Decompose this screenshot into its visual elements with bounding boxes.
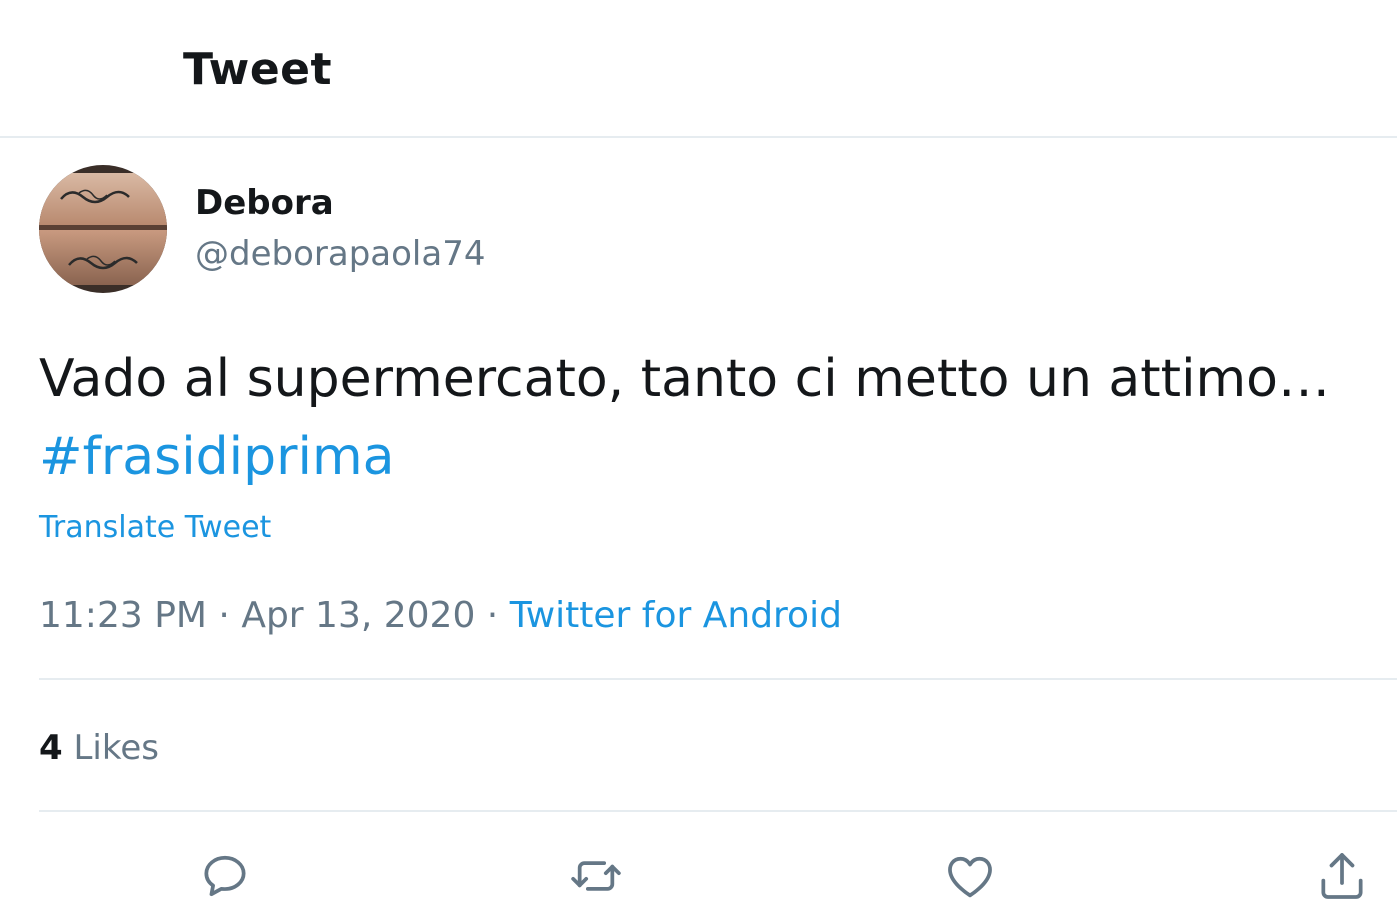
tweet-time[interactable]: 11:23 PM bbox=[39, 595, 207, 636]
tweet-body: Vado al supermercato, tanto ci metto un … bbox=[39, 349, 1330, 409]
meta-separator: · bbox=[206, 595, 242, 636]
hashtag-link[interactable]: #frasidiprima bbox=[39, 427, 394, 487]
likes-count: 4 bbox=[39, 728, 63, 768]
reply-button[interactable] bbox=[197, 848, 253, 904]
author-handle[interactable]: @deborapaola74 bbox=[195, 231, 485, 277]
page-title: Tweet bbox=[183, 44, 333, 95]
divider bbox=[39, 810, 1397, 812]
reply-icon bbox=[204, 855, 246, 897]
tweet-date[interactable]: Apr 13, 2020 bbox=[241, 595, 475, 636]
retweet-button[interactable] bbox=[568, 848, 624, 904]
translate-tweet-link[interactable]: Translate Tweet bbox=[39, 508, 271, 548]
like-button[interactable] bbox=[942, 848, 998, 904]
meta-separator: · bbox=[475, 595, 510, 636]
avatar[interactable] bbox=[39, 165, 167, 293]
share-button[interactable] bbox=[1314, 848, 1370, 904]
likes-label: Likes bbox=[73, 728, 159, 768]
likes-stat[interactable]: 4 Likes bbox=[39, 725, 159, 771]
page-header: Tweet bbox=[0, 0, 1397, 138]
heart-icon bbox=[948, 856, 992, 898]
author-display-name[interactable]: Debora bbox=[195, 180, 334, 226]
share-icon bbox=[1321, 853, 1363, 899]
tweet-source-link[interactable]: Twitter for Android bbox=[510, 595, 842, 636]
tweet-metadata: 11:23 PM · Apr 13, 2020 · Twitter for An… bbox=[39, 592, 842, 640]
tweet-text: Vado al supermercato, tanto ci metto un … bbox=[39, 340, 1379, 496]
retweet-icon bbox=[571, 861, 621, 891]
divider bbox=[39, 678, 1397, 680]
